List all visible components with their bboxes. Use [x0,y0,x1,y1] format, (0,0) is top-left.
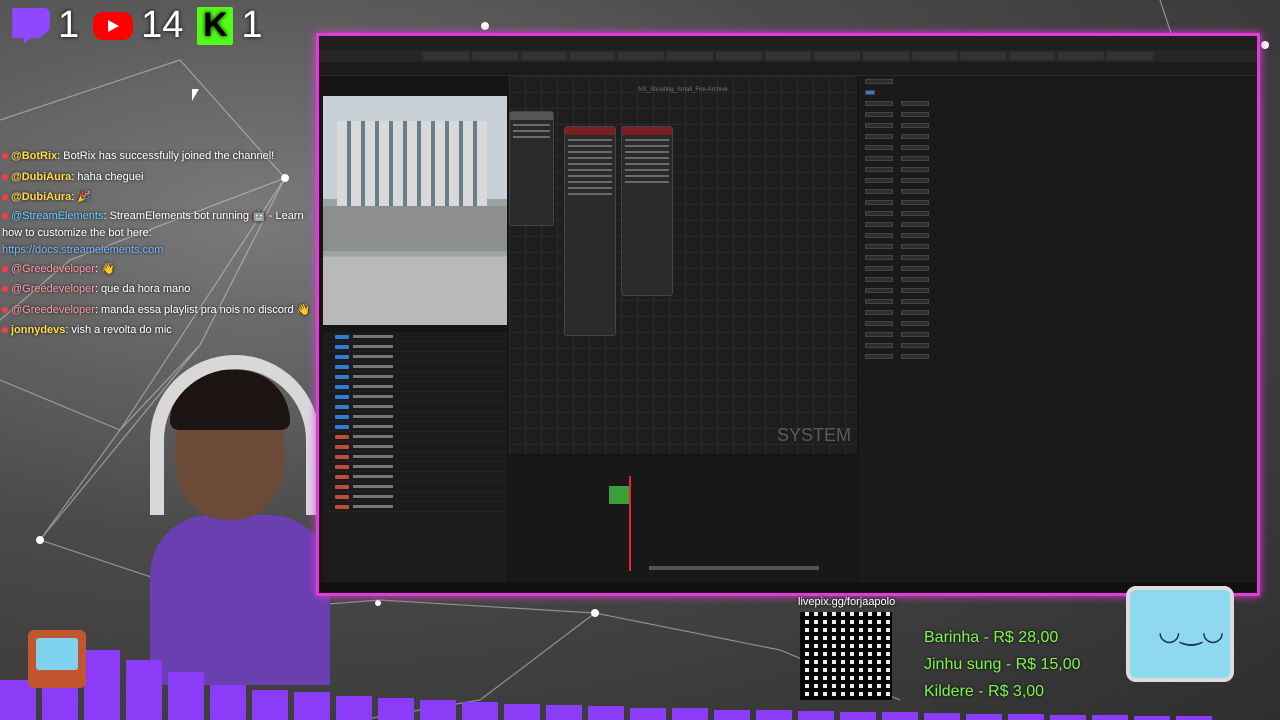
mouse-cursor-icon [192,89,199,101]
kick-count: 1 [241,4,263,46]
emitter-node[interactable] [509,111,554,226]
editor-titlebar[interactable] [319,36,1257,50]
chat-message: @Greedeveloper: 👋 [2,259,312,280]
chat-link[interactable]: https://docs.streamelements.com [2,244,163,256]
chat-message: @StreamElements: StreamElements bot runn… [2,209,304,256]
mascot-robot-small-icon [28,630,86,688]
twitch-counter: 1 [8,4,79,47]
emitter-node[interactable] [564,126,616,336]
chat-message: @Greedeveloper: que da hora mano [2,279,312,300]
chat-message: jonnydevs: vish a revolta do mic [2,320,312,341]
chat-message: @DubiAura: 🎉 [2,187,312,208]
chat-overlay: @BotRix: BotRix has successfully joined … [2,146,312,341]
youtube-counter: 14 [93,4,183,47]
editor-tabs[interactable] [319,50,1257,62]
donation-item: Barinha - R$ 28,00 [924,629,1059,646]
emitter-node[interactable] [621,126,673,296]
twitch-count: 1 [58,4,80,46]
kick-icon: K [197,6,234,45]
chat-message: @Greedeveloper: manda essa playlist pra … [2,300,312,321]
timeline-clip[interactable] [609,486,631,504]
audio-visualizer [0,640,1280,720]
editor-toolbar[interactable] [319,62,1257,76]
livepix-qr: livepix.gg/forjaapolo [798,596,896,700]
chat-message: @DubiAura: haha cheguei [2,167,312,188]
qr-label: livepix.gg/forjaapolo [798,596,896,608]
system-watermark: SYSTEM [776,425,851,445]
kick-counter: K 1 [197,4,263,47]
timeline-panel[interactable] [509,456,857,582]
webcam-feed [150,350,330,685]
unreal-editor-window[interactable]: NS_Shooting_Small_Fire-Archive SYSTEM [316,33,1260,596]
playhead[interactable] [629,476,631,571]
editor-statusbar [319,583,1257,593]
qr-code-icon [800,612,892,700]
graph-title: NS_Shooting_Small_Fire-Archive [638,87,728,93]
twitch-icon [12,7,50,44]
timeline-scrollbar[interactable] [649,566,819,570]
niagara-graph[interactable]: NS_Shooting_Small_Fire-Archive SYSTEM [509,76,857,454]
preview-viewport[interactable] [323,96,507,325]
donation-item: Jinhu sung - R$ 15,00 [924,656,1081,673]
chat-message: @BotRix: BotRix has successfully joined … [2,146,312,167]
donation-item: Kildere - R$ 3,00 [924,683,1045,700]
youtube-count: 14 [141,4,184,46]
details-panel[interactable] [859,76,1257,582]
donation-list: Barinha - R$ 28,00 Jinhu sung - R$ 15,00… [924,624,1081,705]
system-overview-panel[interactable] [323,332,507,582]
youtube-icon [93,11,134,40]
mascot-robot-icon: ◡‿◡ [1126,586,1234,682]
headset-icon [150,355,320,515]
follower-counters: 1 14 K 1 [8,4,263,47]
